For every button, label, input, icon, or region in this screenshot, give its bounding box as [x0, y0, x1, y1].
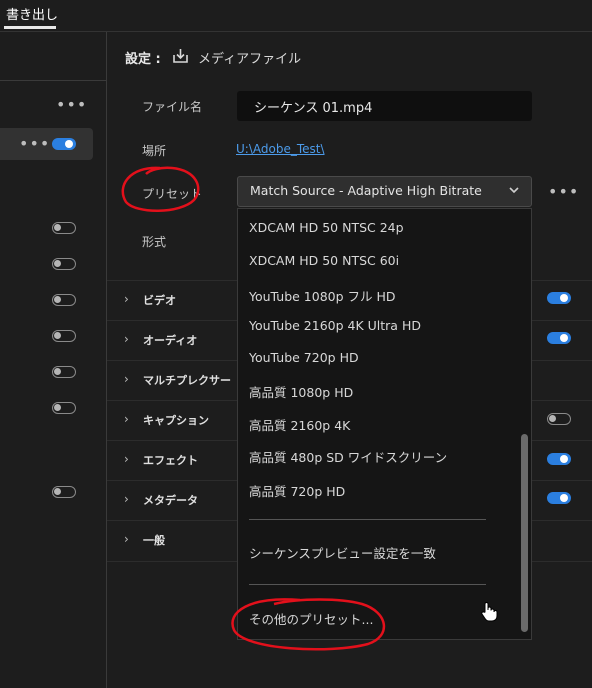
- left-toggle[interactable]: [52, 258, 76, 270]
- section-label: マルチプレクサー: [143, 374, 231, 387]
- top-tab-bar: [0, 0, 592, 32]
- video-toggle[interactable]: [547, 292, 571, 304]
- hand-cursor-icon: [481, 602, 498, 622]
- chevron-down-icon: [509, 187, 519, 194]
- preset-option[interactable]: YouTube 720p HD: [249, 350, 359, 365]
- dropdown-scrollbar[interactable]: [521, 434, 528, 632]
- left-toggle[interactable]: [52, 330, 76, 342]
- metadata-toggle[interactable]: [547, 492, 571, 504]
- section-label: エフェクト: [143, 454, 198, 467]
- chevron-right-icon: ›: [124, 412, 129, 426]
- dropdown-divider: [249, 519, 486, 520]
- filename-label: ファイル名: [142, 100, 203, 114]
- dropdown-divider: [249, 584, 486, 585]
- left-toggle[interactable]: [52, 486, 76, 498]
- export-icon: [173, 49, 188, 63]
- left-toggle[interactable]: [52, 366, 76, 378]
- more-options-icon[interactable]: •••: [548, 184, 579, 200]
- preset-option[interactable]: YouTube 1080p フル HD: [249, 286, 396, 305]
- more-options-icon[interactable]: •••: [19, 136, 50, 152]
- preset-selected-value: Match Source - Adaptive High Bitrate: [250, 183, 482, 198]
- settings-title: 設定 :: [125, 52, 161, 67]
- preset-label: プリセット: [142, 187, 203, 201]
- preset-option[interactable]: 高品質 1080p HD: [249, 382, 353, 401]
- left-toggle[interactable]: [52, 294, 76, 306]
- preset-option[interactable]: YouTube 2160p 4K Ultra HD: [249, 318, 421, 333]
- captions-toggle[interactable]: [547, 413, 571, 425]
- preset-option[interactable]: XDCAM HD 50 NTSC 24p: [249, 220, 404, 235]
- active-tab-indicator: [4, 26, 56, 29]
- audio-toggle[interactable]: [547, 332, 571, 344]
- filename-value: シーケンス 01.mp4: [254, 101, 373, 116]
- section-label: オーディオ: [143, 334, 198, 347]
- section-label: 一般: [143, 534, 165, 547]
- section-label: ビデオ: [143, 294, 176, 307]
- section-label: キャプション: [143, 414, 209, 427]
- chevron-right-icon: ›: [124, 292, 129, 306]
- preset-option[interactable]: 高品質 480p SD ワイドスクリーン: [249, 447, 447, 466]
- chevron-right-icon: ›: [124, 332, 129, 346]
- chevron-right-icon: ›: [124, 452, 129, 466]
- location-link[interactable]: U:\Adobe_Test\: [236, 142, 325, 156]
- left-toggle[interactable]: [52, 222, 76, 234]
- effects-toggle[interactable]: [547, 453, 571, 465]
- preset-option[interactable]: XDCAM HD 50 NTSC 60i: [249, 253, 399, 268]
- match-sequence-preview-option[interactable]: シーケンスプレビュー設定を一致: [249, 543, 436, 562]
- left-toggle[interactable]: [52, 402, 76, 414]
- chevron-right-icon: ›: [124, 372, 129, 386]
- chevron-right-icon: ›: [124, 492, 129, 506]
- preset-option[interactable]: 高品質 2160p 4K: [249, 415, 350, 434]
- left-toggle-active[interactable]: [52, 138, 76, 150]
- preset-option[interactable]: 高品質 720p HD: [249, 481, 345, 500]
- settings-subtitle: メディアファイル: [198, 52, 302, 67]
- more-presets-option[interactable]: その他のプリセット...: [249, 609, 373, 628]
- chevron-right-icon: ›: [124, 532, 129, 546]
- left-panel-divider: [0, 80, 106, 81]
- section-label: メタデータ: [143, 494, 198, 507]
- format-label: 形式: [142, 235, 167, 249]
- tab-export[interactable]: 書き出し: [6, 4, 58, 23]
- location-label: 場所: [142, 144, 167, 158]
- more-options-icon[interactable]: •••: [56, 97, 87, 113]
